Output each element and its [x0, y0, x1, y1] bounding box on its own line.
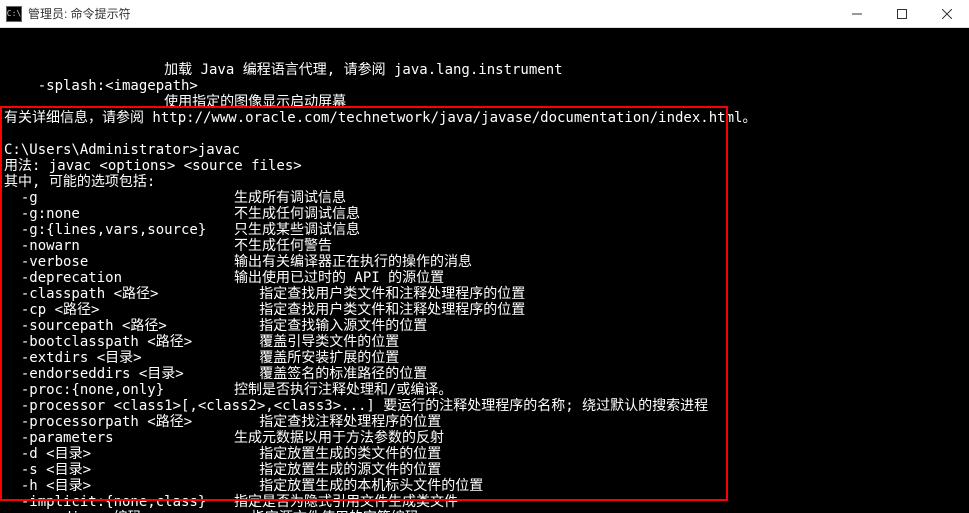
option-flag: -nowarn	[4, 238, 234, 254]
option-desc: 指定放置生成的类文件的位置	[234, 446, 441, 462]
maximize-icon	[897, 9, 907, 19]
option-flag: -verbose	[4, 254, 234, 270]
maximize-button[interactable]	[879, 0, 924, 28]
option-desc: 指定是否为隐式引用文件生成类文件	[234, 494, 458, 510]
terminal-output[interactable]: 加载 Java 编程语言代理, 请参阅 java.lang.instrument…	[0, 28, 969, 513]
option-desc: 生成所有调试信息	[234, 190, 346, 206]
minimize-icon	[852, 9, 862, 19]
terminal-line	[4, 126, 965, 142]
option-desc: 不生成任何警告	[234, 238, 332, 254]
option-line: -g:{lines,vars,source}只生成某些调试信息	[4, 222, 965, 238]
terminal-line: 其中, 可能的选项包括:	[4, 174, 965, 190]
option-line: -sourcepath <路径> 指定查找输入源文件的位置	[4, 318, 965, 334]
option-flag: -g:{lines,vars,source}	[4, 222, 234, 238]
option-desc: 控制是否执行注释处理和/或编译。	[234, 382, 452, 398]
option-line: -g生成所有调试信息	[4, 190, 965, 206]
option-flag: -h <目录>	[4, 478, 234, 494]
option-flag: -proc:{none,only}	[4, 382, 234, 398]
option-desc: 指定查找输入源文件的位置	[234, 318, 427, 334]
terminal-line: 使用指定的图像显示启动屏幕	[4, 94, 965, 110]
option-line: -proc:{none,only}控制是否执行注释处理和/或编译。	[4, 382, 965, 398]
option-desc: 生成元数据以用于方法参数的反射	[234, 430, 444, 446]
terminal-line: 用法: javac <options> <source files>	[4, 158, 965, 174]
option-flag: -endorseddirs <目录>	[4, 366, 234, 382]
option-flag: -processorpath <路径>	[4, 414, 234, 430]
option-line: -verbose输出有关编译器正在执行的操作的消息	[4, 254, 965, 270]
option-desc: 指定查找用户类文件和注释处理程序的位置	[234, 286, 525, 302]
option-line: -nowarn不生成任何警告	[4, 238, 965, 254]
option-line: -d <目录> 指定放置生成的类文件的位置	[4, 446, 965, 462]
option-line: -processor <class1>[,<class2>,<class3>..…	[4, 398, 965, 414]
option-line: -classpath <路径> 指定查找用户类文件和注释处理程序的位置	[4, 286, 965, 302]
option-desc: 覆盖签名的标准路径的位置	[234, 366, 427, 382]
terminal-line: C:\Users\Administrator>javac	[4, 142, 965, 158]
option-line: -bootclasspath <路径> 覆盖引导类文件的位置	[4, 334, 965, 350]
option-flag: -extdirs <目录>	[4, 350, 234, 366]
option-flag: -s <目录>	[4, 462, 234, 478]
option-desc: 指定放置生成的源文件的位置	[234, 462, 441, 478]
terminal-lines: 加载 Java 编程语言代理, 请参阅 java.lang.instrument…	[4, 62, 965, 513]
option-line: -h <目录> 指定放置生成的本机标头文件的位置	[4, 478, 965, 494]
option-flag: -classpath <路径>	[4, 286, 234, 302]
option-desc: 指定查找用户类文件和注释处理程序的位置	[234, 302, 525, 318]
terminal-line: 加载 Java 编程语言代理, 请参阅 java.lang.instrument	[4, 62, 965, 78]
option-line: -processorpath <路径> 指定查找注释处理程序的位置	[4, 414, 965, 430]
option-line: -g:none不生成任何调试信息	[4, 206, 965, 222]
option-line: -s <目录> 指定放置生成的源文件的位置	[4, 462, 965, 478]
window-title: 管理员: 命令提示符	[28, 5, 131, 22]
option-desc: 覆盖所安装扩展的位置	[234, 350, 399, 366]
close-icon	[942, 9, 952, 19]
option-flag: -parameters	[4, 430, 234, 446]
option-line: -implicit:{none,class}指定是否为隐式引用文件生成类文件	[4, 494, 965, 510]
option-line: -deprecation输出使用已过时的 API 的源位置	[4, 270, 965, 286]
option-line: -endorseddirs <目录> 覆盖签名的标准路径的位置	[4, 366, 965, 382]
terminal-line: 有关详细信息，请参阅 http://www.oracle.com/technet…	[4, 110, 965, 126]
option-desc: 指定放置生成的本机标头文件的位置	[234, 478, 483, 494]
option-desc: 覆盖引导类文件的位置	[234, 334, 399, 350]
option-desc: 输出使用已过时的 API 的源位置	[234, 270, 444, 286]
app-icon: C:\	[6, 6, 22, 22]
close-button[interactable]	[924, 0, 969, 28]
option-flag: -implicit:{none,class}	[4, 494, 234, 510]
titlebar[interactable]: C:\ 管理员: 命令提示符	[0, 0, 969, 28]
window-frame: C:\ 管理员: 命令提示符 加载 Java 编程语言代理, 请参阅 java.…	[0, 0, 969, 513]
option-desc: 只生成某些调试信息	[234, 222, 360, 238]
option-line: -extdirs <目录> 覆盖所安装扩展的位置	[4, 350, 965, 366]
option-flag: -cp <路径>	[4, 302, 234, 318]
minimize-button[interactable]	[834, 0, 879, 28]
option-flag: -d <目录>	[4, 446, 234, 462]
option-flag: -g:none	[4, 206, 234, 222]
option-flag: -deprecation	[4, 270, 234, 286]
option-desc: 指定查找注释处理程序的位置	[234, 414, 441, 430]
option-flag: -g	[4, 190, 234, 206]
option-flag: -sourcepath <路径>	[4, 318, 234, 334]
option-flag: -bootclasspath <路径>	[4, 334, 234, 350]
option-desc: 输出有关编译器正在执行的操作的消息	[234, 254, 472, 270]
option-line: -parameters生成元数据以用于方法参数的反射	[4, 430, 965, 446]
option-desc: 不生成任何调试信息	[234, 206, 360, 222]
terminal-line: -splash:<imagepath>	[4, 78, 965, 94]
option-line: -cp <路径> 指定查找用户类文件和注释处理程序的位置	[4, 302, 965, 318]
